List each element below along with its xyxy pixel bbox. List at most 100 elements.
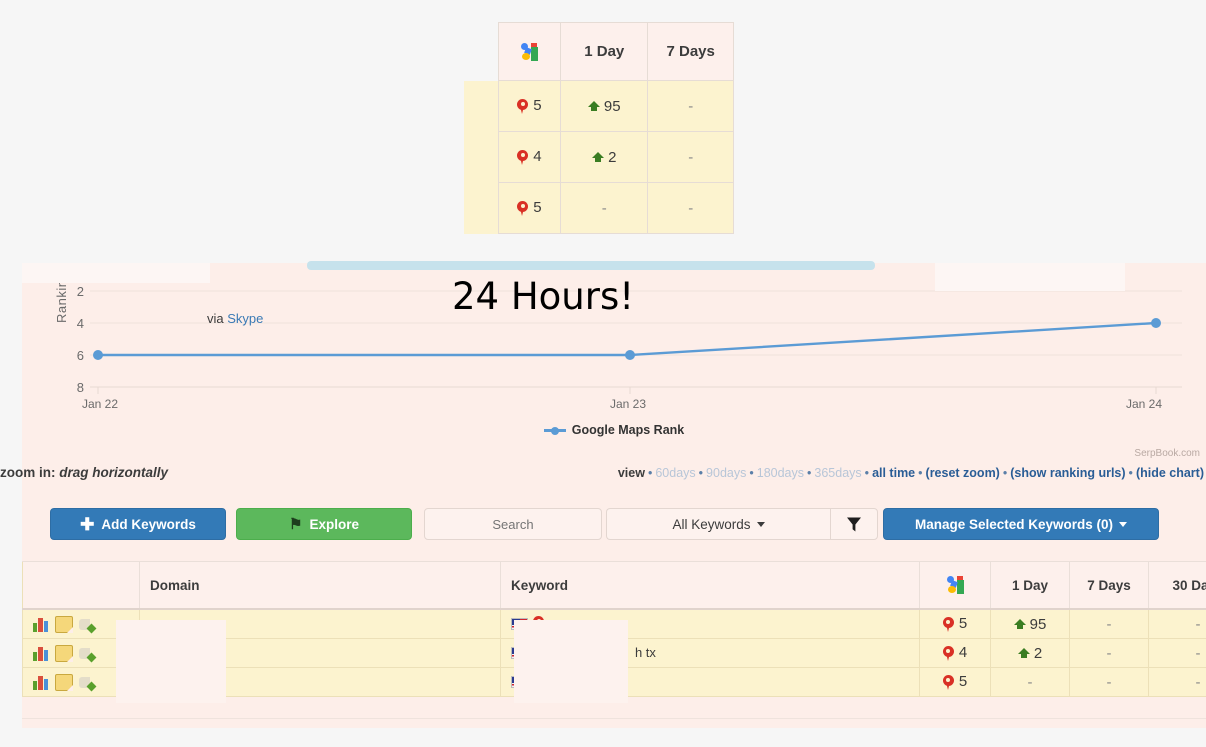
view-link-365days[interactable]: 365days	[814, 466, 861, 480]
view-link-resetzoom[interactable]: (reset zoom)	[926, 466, 1000, 480]
skype-link[interactable]: Skype	[227, 311, 263, 326]
search-input[interactable]	[424, 508, 602, 540]
data-point-jan22[interactable]	[93, 350, 103, 360]
delta-value: -	[1196, 674, 1201, 691]
chart-icon[interactable]	[33, 675, 49, 690]
seven-days-delta-cell: -	[1070, 668, 1149, 697]
chevron-down-icon	[1119, 522, 1127, 527]
spacer-cell	[464, 132, 498, 183]
delta-value: -	[688, 200, 693, 217]
link-separator: •	[807, 466, 811, 480]
delta-value: -	[1107, 645, 1112, 662]
gmaps-rank-cell: 4	[920, 639, 991, 668]
delta-value: 95	[604, 98, 621, 115]
google-maps-icon	[947, 576, 964, 594]
up-arrow-icon	[588, 101, 600, 112]
delta-value: 95	[1030, 616, 1047, 633]
view-link-90days[interactable]: 90days	[706, 466, 746, 480]
x-tick-jan-24: Jan 24	[1126, 397, 1162, 411]
keyword-table-header-row: Domain Keyword 1 Day 7 Days 30 Days MS	[23, 562, 1206, 610]
keyword-filter-dropdown[interactable]: All Keywords	[606, 508, 830, 540]
explore-button[interactable]: ⚑ Explore	[236, 508, 412, 540]
link-separator: •	[1129, 466, 1133, 480]
seven-days-delta-cell: -	[1070, 639, 1149, 668]
manage-selected-keywords-label: Manage Selected Keywords (0)	[915, 517, 1113, 532]
zoom-hint-value: drag horizontally	[59, 465, 168, 480]
x-tick-jan-22: Jan 22	[82, 397, 118, 411]
chart-icon[interactable]	[33, 646, 49, 661]
delta-value: 2	[608, 149, 616, 166]
rank-value: 5	[533, 199, 541, 216]
note-icon[interactable]	[55, 616, 73, 633]
keyword-toolbar: ✚ Add Keywords ⚑ Explore All Keywords Ma…	[22, 508, 1206, 542]
map-pin-icon	[943, 617, 954, 633]
spacer-cell	[464, 23, 498, 81]
one-day-delta-cell: -	[991, 668, 1070, 697]
chart-icon[interactable]	[33, 617, 49, 632]
view-link-180days[interactable]: 180days	[757, 466, 804, 480]
gmaps-column-header	[498, 23, 560, 81]
zoom-hint-label: zoom in:	[0, 465, 56, 480]
seven-days-delta-cell: -	[1070, 609, 1149, 639]
tag-icon[interactable]	[79, 617, 95, 632]
link-separator: •	[865, 466, 869, 480]
chart-view-links[interactable]: view•60days•90days•180days•365days•all t…	[618, 466, 1204, 480]
link-separator: •	[648, 466, 652, 480]
map-pin-icon	[943, 646, 954, 662]
map-pin-icon	[517, 99, 528, 115]
table-row: 5 95 -	[464, 81, 734, 132]
view-link-60days[interactable]: 60days	[655, 466, 695, 480]
tag-icon[interactable]	[79, 675, 95, 690]
delta-value: 2	[1034, 645, 1042, 662]
row-action-icons	[33, 674, 129, 691]
manage-selected-keywords-button[interactable]: Manage Selected Keywords (0)	[883, 508, 1159, 540]
tag-icon[interactable]	[79, 646, 95, 661]
row-action-icons	[33, 616, 129, 633]
via-skype-note: via Skype	[207, 311, 263, 326]
filter-button[interactable]	[830, 508, 878, 540]
view-link-showrankingurls[interactable]: (show ranking urls)	[1010, 466, 1125, 480]
seven-days-column-header: 7 Days	[648, 23, 734, 81]
legend-label-google-maps-rank: Google Maps Rank	[572, 423, 685, 437]
map-pin-icon	[517, 150, 528, 166]
chart-legend: Google Maps Rank	[22, 423, 1206, 437]
y-tick-8: 8	[62, 380, 84, 395]
view-link-hidechart[interactable]: (hide chart)	[1136, 466, 1204, 480]
gmaps-column-header[interactable]	[920, 562, 991, 610]
view-link-alltime[interactable]: all time	[872, 466, 915, 480]
rank-summary-table: 1 Day 7 Days 595-42-5--	[464, 22, 734, 234]
note-icon[interactable]	[55, 645, 73, 662]
highlight-bar	[307, 261, 875, 270]
seven-days-column-header[interactable]: 7 Days	[1070, 562, 1149, 610]
thirty-days-delta-cell: -	[1149, 609, 1206, 639]
data-point-jan24[interactable]	[1151, 318, 1161, 328]
keyword-column-header[interactable]: Keyword	[501, 562, 920, 610]
rank-chart[interactable]: Rankings 2 4 6 8 Jan 22 Jan 23 Jan 24 24…	[22, 263, 1206, 463]
explore-label: Explore	[309, 517, 359, 532]
add-keywords-button[interactable]: ✚ Add Keywords	[50, 508, 226, 540]
seven-days-delta-cell: -	[648, 81, 734, 132]
gmaps-rank-cell: 5	[498, 81, 560, 132]
view-label: view	[618, 466, 645, 480]
note-icon[interactable]	[55, 674, 73, 691]
rank-value: 5	[533, 97, 541, 114]
data-point-jan23[interactable]	[625, 350, 635, 360]
delta-value: -	[1196, 616, 1201, 633]
one-day-column-header[interactable]: 1 Day	[991, 562, 1070, 610]
one-day-delta-cell: 2	[991, 639, 1070, 668]
delta-value: -	[1107, 616, 1112, 633]
gmaps-rank-cell: 5	[920, 668, 991, 697]
delta-value: -	[1107, 674, 1112, 691]
gmaps-rank-cell: 5	[920, 609, 991, 639]
spacer-cell	[464, 81, 498, 132]
thirty-days-column-header[interactable]: 30 Days	[1149, 562, 1206, 610]
link-separator: •	[1003, 466, 1007, 480]
delta-value: -	[688, 149, 693, 166]
series-line-google-maps-rank	[98, 323, 1156, 355]
one-day-column-header: 1 Day	[561, 23, 648, 81]
y-tick-6: 6	[62, 348, 84, 363]
one-day-delta-cell: -	[561, 183, 648, 234]
y-tick-2: 2	[62, 284, 84, 299]
domain-column-header[interactable]: Domain	[140, 562, 501, 610]
chevron-down-icon	[757, 522, 765, 527]
